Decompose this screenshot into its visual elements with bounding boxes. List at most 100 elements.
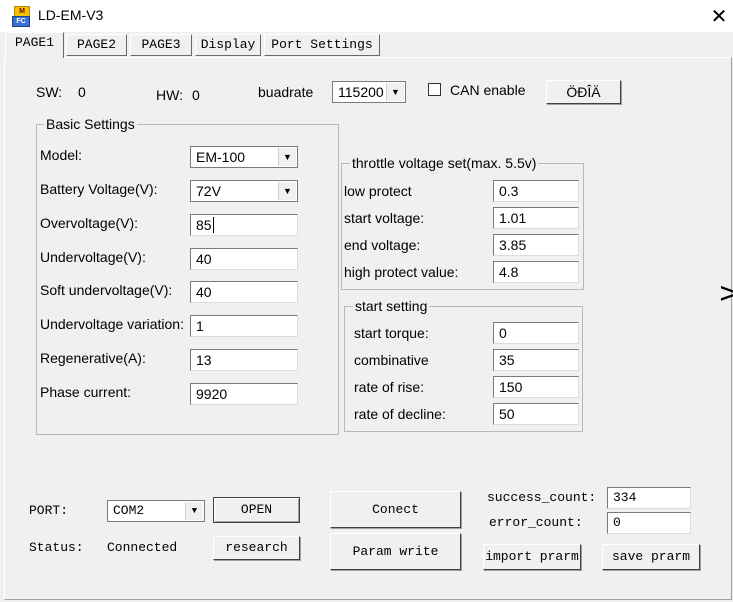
tab-port-settings[interactable]: Port Settings <box>264 34 380 56</box>
undervoltage-variation-value: 1 <box>196 318 204 334</box>
overvoltage-input[interactable]: 85 <box>190 214 298 236</box>
chevron-down-icon: ▼ <box>278 148 296 166</box>
soft-undervoltage-value: 40 <box>196 284 212 300</box>
low-protect-label: low protect <box>344 183 412 199</box>
error-count-value: 0 <box>613 515 621 530</box>
baudrate-label: buadrate <box>258 84 314 100</box>
connect-button-label: Conect <box>372 502 419 517</box>
high-protect-label: high protect value: <box>344 264 459 280</box>
background-chevron-glyph: > <box>718 276 733 309</box>
error-count-label: error_count: <box>489 515 583 530</box>
import-param-button[interactable]: import prarm <box>483 544 581 570</box>
end-voltage-input[interactable]: 3.85 <box>493 234 579 256</box>
param-write-button[interactable]: Param write <box>330 533 461 570</box>
end-voltage-value: 3.85 <box>499 237 527 253</box>
tab-page3[interactable]: PAGE3 <box>130 34 192 56</box>
error-count-field: 0 <box>607 512 691 534</box>
model-label: Model: <box>40 147 83 163</box>
hw-label: HW: <box>156 87 183 103</box>
rate-of-rise-value: 150 <box>499 379 523 395</box>
tab-display[interactable]: Display <box>195 34 261 56</box>
undervoltage-variation-label: Undervoltage variation: <box>40 316 184 332</box>
phase-current-label: Phase current: <box>40 384 132 400</box>
success-count-value: 334 <box>613 490 637 505</box>
rate-of-rise-input[interactable]: 150 <box>493 376 579 398</box>
tab-label: PAGE1 <box>14 35 54 50</box>
save-param-button-label: save prarm <box>611 549 690 564</box>
chevron-down-icon: ▼ <box>386 83 404 101</box>
close-icon[interactable]: ✕ <box>706 3 732 29</box>
start-torque-input[interactable]: 0 <box>493 322 579 344</box>
phase-current-input[interactable]: 9920 <box>190 383 298 405</box>
battery-voltage-label: Battery Voltage(V): <box>40 181 158 197</box>
combinative-input[interactable]: 35 <box>493 349 579 371</box>
regenerative-label: Regenerative(A): <box>40 350 146 366</box>
high-protect-value: 4.8 <box>499 264 519 280</box>
rate-of-decline-input[interactable]: 50 <box>493 403 579 425</box>
param-write-button-label: Param write <box>352 544 439 559</box>
can-enable-checkbox[interactable] <box>428 83 441 96</box>
sw-value: 0 <box>78 84 86 100</box>
start-voltage-label: start voltage: <box>344 210 425 226</box>
port-value: COM2 <box>113 503 145 518</box>
success-count-label: success_count: <box>487 490 597 505</box>
window-title: LD-EM-V3 <box>38 7 104 23</box>
baudrate-value: 115200 <box>338 84 384 100</box>
start-torque-value: 0 <box>499 325 507 341</box>
start-setting-title: start setting <box>353 298 430 314</box>
hw-value: 0 <box>192 87 200 103</box>
status-label: Status: <box>29 540 84 555</box>
soft-undervoltage-input[interactable]: 40 <box>190 281 298 303</box>
start-voltage-value: 1.01 <box>499 210 527 226</box>
research-button-label: research <box>225 540 288 555</box>
app-icon: M FC <box>12 6 30 27</box>
undervoltage-value: 40 <box>196 251 212 267</box>
success-count-field: 334 <box>607 487 691 509</box>
tab-page1[interactable]: PAGE1 <box>5 32 64 58</box>
tab-page2[interactable]: PAGE2 <box>66 34 127 56</box>
can-enable-label: CAN enable <box>450 82 526 98</box>
regenerative-value: 13 <box>196 352 212 368</box>
chevron-down-icon: ▼ <box>278 182 296 200</box>
language-button-label: ÖÐÎÄ <box>566 84 601 100</box>
port-select[interactable]: COM2 ▼ <box>107 500 205 522</box>
phase-current-value: 9920 <box>196 386 228 402</box>
rate-of-decline-label: rate of decline: <box>354 406 446 422</box>
tab-label: PAGE2 <box>76 37 116 52</box>
connect-button[interactable]: Conect <box>330 491 461 528</box>
research-button[interactable]: research <box>213 536 300 560</box>
soft-undervoltage-label: Soft undervoltage(V): <box>40 282 173 298</box>
title-bar: M FC LD-EM-V3 ✕ <box>0 0 733 32</box>
baudrate-select[interactable]: 115200 ▼ <box>332 81 406 103</box>
low-protect-value: 0.3 <box>499 183 519 199</box>
model-select[interactable]: EM-100 ▼ <box>190 146 298 168</box>
rate-of-decline-value: 50 <box>499 406 515 422</box>
rate-of-rise-label: rate of rise: <box>354 379 425 395</box>
start-torque-label: start torque: <box>354 325 429 341</box>
undervoltage-input[interactable]: 40 <box>190 248 298 270</box>
language-button[interactable]: ÖÐÎÄ <box>546 80 621 104</box>
throttle-voltage-title: throttle voltage set(max. 5.5v) <box>350 155 539 171</box>
battery-voltage-select[interactable]: 72V ▼ <box>190 180 298 202</box>
tab-label: PAGE3 <box>141 37 181 52</box>
battery-voltage-value: 72V <box>196 183 221 199</box>
regenerative-input[interactable]: 13 <box>190 349 298 371</box>
overvoltage-label: Overvoltage(V): <box>40 215 139 231</box>
undervoltage-label: Undervoltage(V): <box>40 249 146 265</box>
save-param-button[interactable]: save prarm <box>602 544 700 570</box>
undervoltage-variation-input[interactable]: 1 <box>190 315 298 337</box>
open-button[interactable]: OPEN <box>213 497 300 523</box>
end-voltage-label: end voltage: <box>344 237 421 253</box>
tab-label: Display <box>200 37 256 52</box>
port-label: PORT: <box>29 503 69 518</box>
overvoltage-value: 85 <box>196 217 212 233</box>
import-param-button-label: import prarm <box>485 549 579 564</box>
combinative-label: combinative <box>354 352 429 368</box>
app-window: M FC LD-EM-V3 ✕ PAGE1 PAGE2 PAGE3 Displa… <box>0 0 733 602</box>
high-protect-input[interactable]: 4.8 <box>493 261 579 283</box>
start-voltage-input[interactable]: 1.01 <box>493 207 579 229</box>
basic-settings-title: Basic Settings <box>44 116 137 132</box>
sw-label: SW: <box>36 84 63 100</box>
model-value: EM-100 <box>196 149 246 165</box>
low-protect-input[interactable]: 0.3 <box>493 180 579 202</box>
